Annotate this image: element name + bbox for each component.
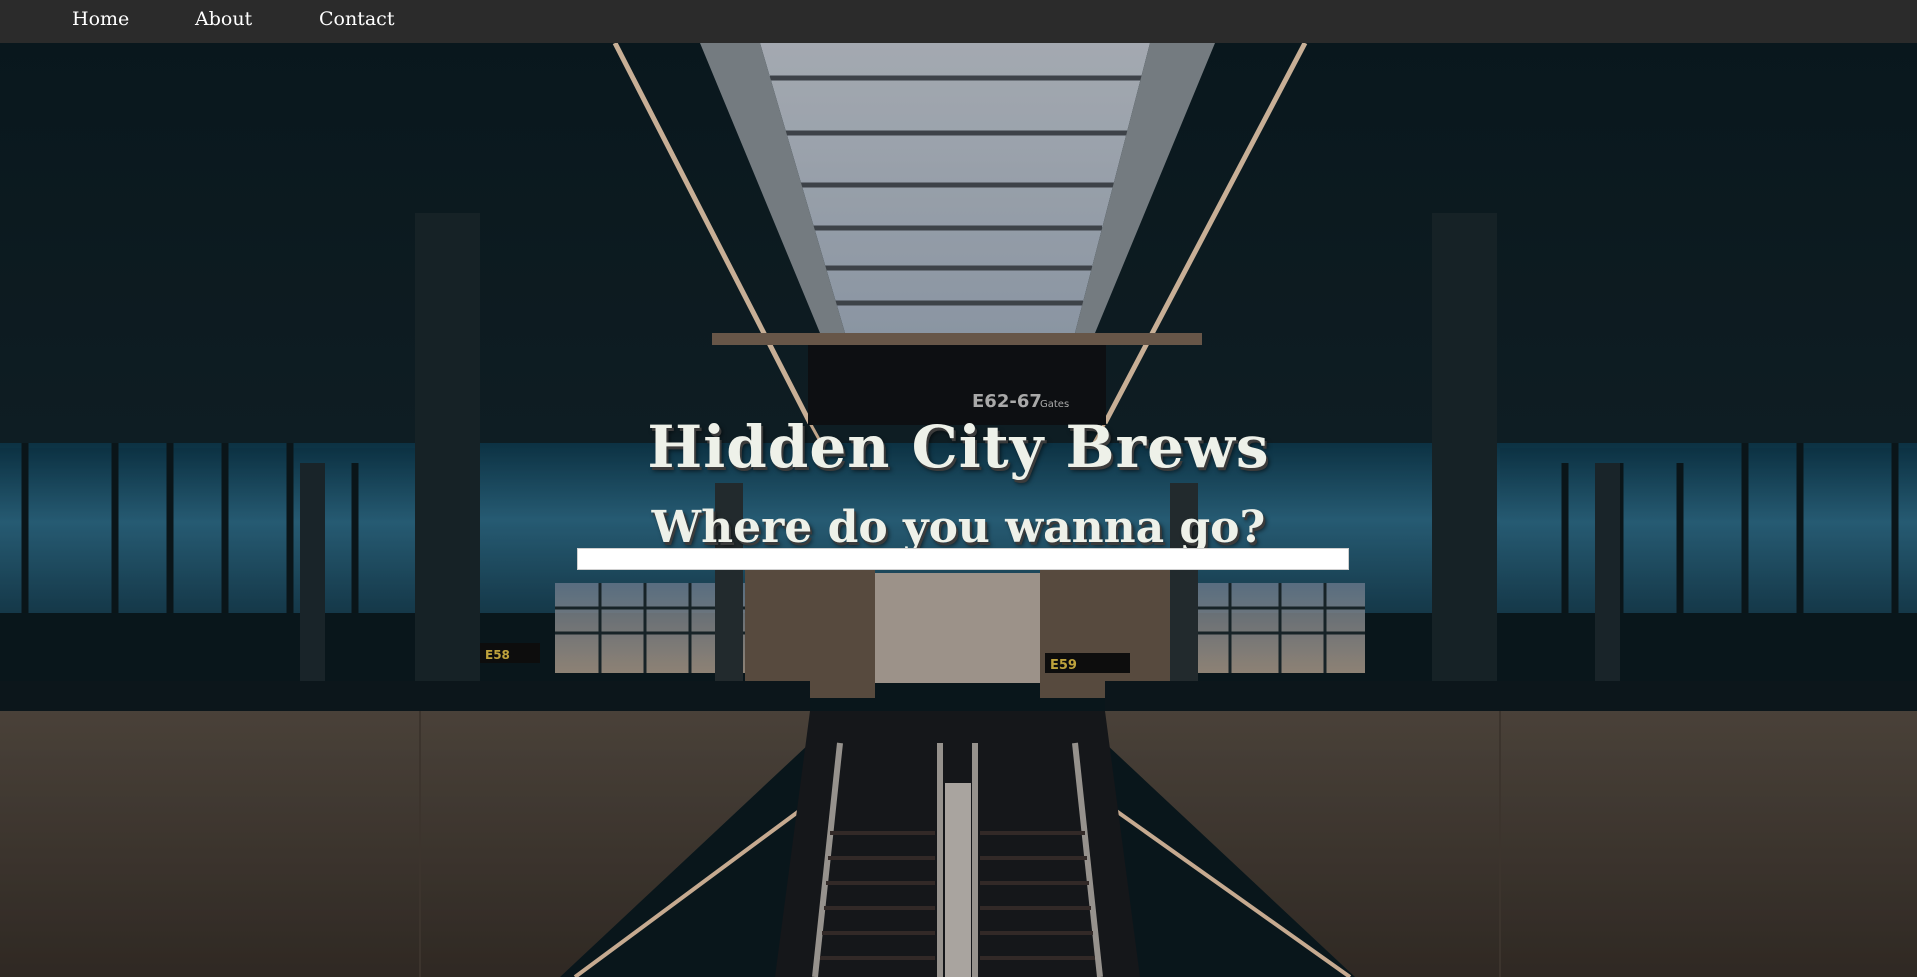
- hero-title: Hidden City Brews: [647, 413, 1270, 481]
- top-navbar: Home About Contact: [0, 0, 1917, 43]
- hero-subtitle: Where do you wanna go?: [651, 502, 1266, 553]
- hero-section: E62-67 Gates E58 E59 Hidden City Brews W…: [0, 43, 1917, 977]
- search-input[interactable]: [577, 548, 1349, 570]
- nav-about-link[interactable]: About: [195, 7, 252, 31]
- nav-contact-link[interactable]: Contact: [319, 7, 394, 31]
- nav-home-link[interactable]: Home: [72, 7, 129, 31]
